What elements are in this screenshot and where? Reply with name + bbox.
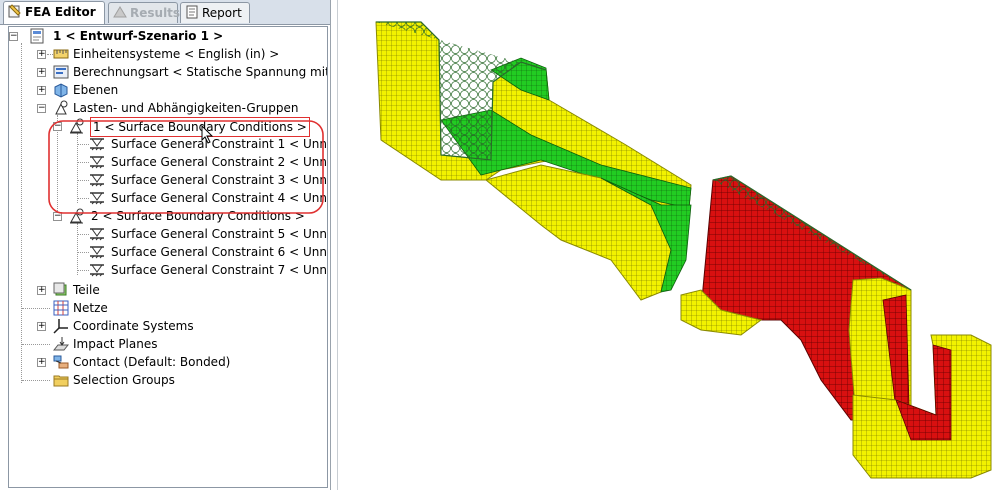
collapse-icon[interactable]: − [53,212,62,221]
expand-icon[interactable]: + [37,286,46,295]
collapse-icon[interactable]: − [37,104,46,113]
part-left [375,21,692,301]
part-right [680,175,992,479]
tree-connector [77,223,78,275]
analysis-type-icon [53,65,69,79]
load-groups-icon [55,100,68,115]
tree-connector [77,198,89,199]
tree-item-constraint-6-label: Surface General Constraint 6 < Unname [111,245,327,259]
expand-icon[interactable]: + [37,322,46,331]
tree-item-constraint-2-label: Surface General Constraint 2 < Unname [111,155,327,169]
tree-item-planes-label: Ebenen [73,83,119,97]
report-icon [186,5,198,19]
constraint-icon [90,264,104,277]
model-tree[interactable]: − 1 < Entwurf-Szenario 1 > + Einheitensy… [8,26,328,488]
units-icon [53,49,69,59]
constraint-icon [90,138,104,151]
results-icon [113,6,127,18]
boundary-group-icon [70,208,84,224]
tab-fea-editor[interactable]: FEA Editor [3,1,105,24]
tree-item-coordinate-systems-label: Coordinate Systems [73,319,194,333]
fea-editor-icon [8,4,21,18]
constraint-icon [90,192,104,205]
expand-icon[interactable]: + [37,68,46,77]
tree-connector [22,308,50,309]
tab-report-label: Report [202,6,242,20]
tree-connector [77,234,89,235]
tree-connector [21,43,22,383]
tree-connector [77,144,89,145]
tree-item-boundary-group-2-label: 2 < Surface Boundary Conditions > [91,209,305,223]
fea-editor-panel: FEA Editor Results Report − 1 < Entwurf-… [0,0,331,490]
tree-connector [77,252,89,253]
tab-bar: FEA Editor Results Report [0,0,330,25]
planes-icon [54,83,68,98]
tree-item-load-groups-label: Lasten- und Abhängigkeiten-Gruppen [73,101,299,115]
expand-icon[interactable]: + [37,50,46,59]
impact-plane-icon [53,337,69,351]
collapse-icon[interactable]: − [9,32,18,41]
tree-root-label: 1 < Entwurf-Szenario 1 > [53,29,224,43]
tree-item-meshes-label: Netze [73,301,108,315]
contact-icon [53,355,69,369]
tree-item-analysis-type-label: Berechnungsart < Statische Spannung mit … [73,65,328,79]
folder-icon [53,375,69,387]
collapse-icon[interactable]: − [53,122,62,131]
expand-icon[interactable]: + [37,86,46,95]
tree-item-constraint-5-label: Surface General Constraint 5 < Unname [111,227,327,241]
coordinate-system-icon [53,319,68,334]
constraint-icon [90,228,104,241]
tree-item-constraint-1-label: Surface General Constraint 1 < Unname [111,137,327,151]
tree-connector [22,380,50,381]
parts-icon [53,282,67,296]
tree-item-constraint-7-label: Surface General Constraint 7 < Unname [111,263,327,277]
tree-item-impact-planes-label: Impact Planes [73,337,158,351]
tab-report[interactable]: Report [180,2,250,23]
tree-item-contact-label: Contact (Default: Bonded) [73,355,231,369]
expand-icon[interactable]: + [37,358,46,367]
tree-item-boundary-group-1-label: 1 < Surface Boundary Conditions > [90,117,310,137]
tree-item-parts-label: Teile [73,283,100,297]
boundary-group-icon [70,118,84,134]
fea-mesh-model [375,21,992,479]
tree-connector [77,162,89,163]
tree-connector [77,270,89,271]
constraint-icon [90,156,104,169]
mesh-icon [53,300,69,316]
tree-connector [77,180,89,181]
tab-fea-editor-label: FEA Editor [25,5,96,19]
mouse-cursor-icon [201,125,214,144]
tree-item-selection-groups-label: Selection Groups [73,373,175,387]
3d-viewport[interactable] [337,0,1002,490]
tree-item-constraint-3-label: Surface General Constraint 3 < Unname [111,173,327,187]
tree-item-units-label: Einheitensysteme < English (in) > [73,47,280,61]
tab-results[interactable]: Results [108,2,181,23]
constraint-icon [90,174,104,187]
tree-connector [22,344,50,345]
tab-results-label: Results [130,6,181,20]
constraint-icon [90,246,104,259]
scenario-icon [30,28,44,44]
tree-item-constraint-4-label: Surface General Constraint 4 < Unname [111,191,327,205]
